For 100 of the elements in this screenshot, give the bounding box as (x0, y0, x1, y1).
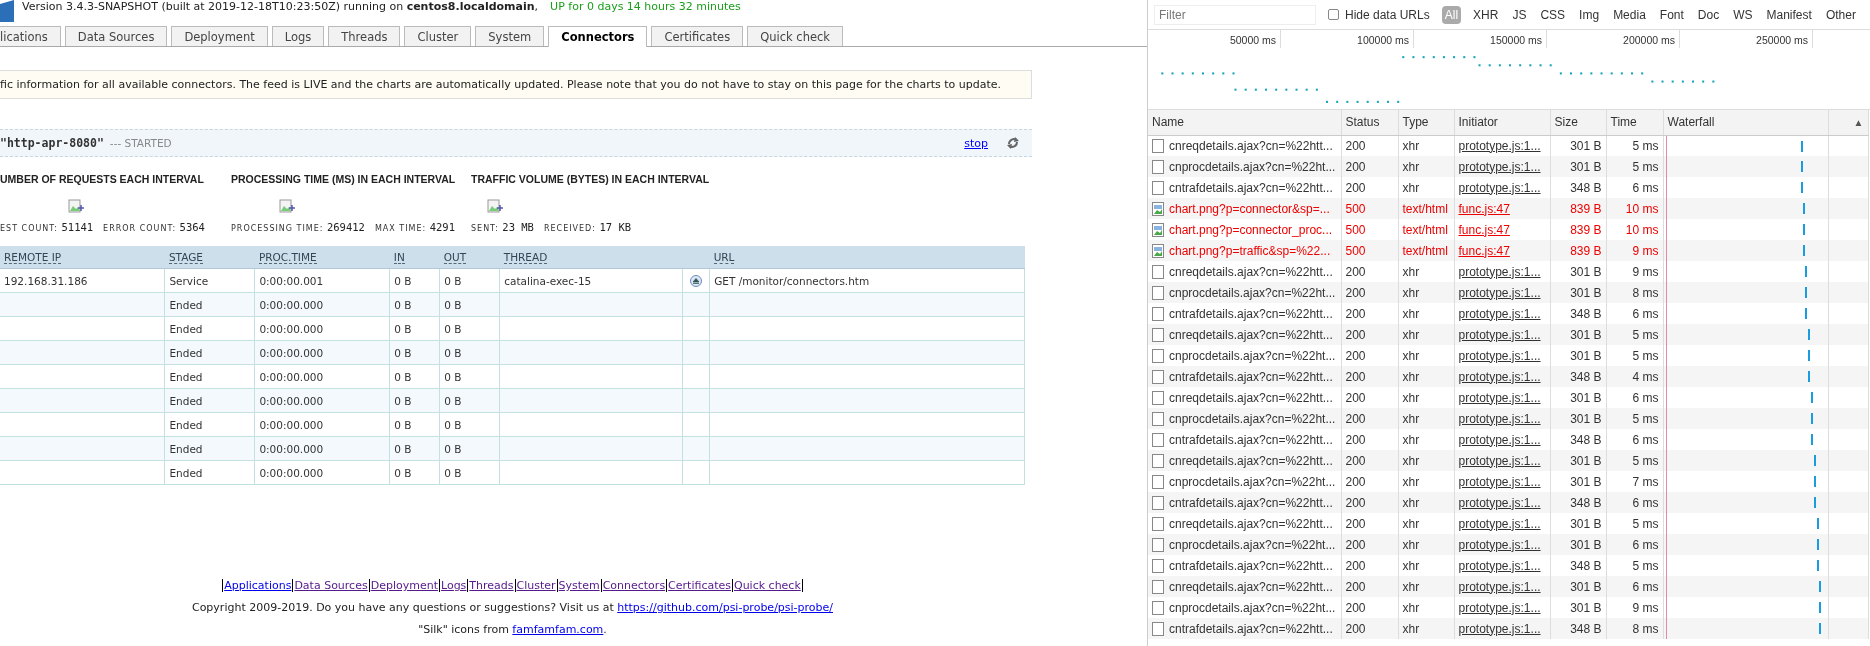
column-header[interactable]: Type (1398, 110, 1454, 135)
table-cell: 0:00:00.000 (254, 316, 390, 341)
request-name[interactable]: cnreqdetails.ajax?cn=%22htt... (1169, 516, 1333, 531)
type-filter[interactable]: WS (1731, 5, 1755, 24)
request-name[interactable]: cntrafdetails.ajax?cn=%22htt... (1169, 306, 1333, 321)
table-cell: 0 B (439, 316, 500, 341)
type-filter[interactable]: Font (1657, 5, 1686, 24)
table-cell: 200 (1341, 324, 1398, 345)
request-name[interactable]: cnreqdetails.ajax?cn=%22htt... (1169, 138, 1333, 153)
tab[interactable]: Connectors (548, 26, 648, 47)
table-cell: 9 ms (1606, 240, 1663, 261)
stop-link[interactable]: stop (964, 136, 988, 150)
type-filter[interactable]: Media (1611, 5, 1648, 24)
request-name[interactable]: cntrafdetails.ajax?cn=%22htt... (1169, 432, 1333, 447)
footer-link[interactable]: Threads (468, 579, 516, 592)
request-name[interactable]: cnreqdetails.ajax?cn=%22htt... (1169, 390, 1333, 405)
type-filter[interactable]: Other (1823, 5, 1858, 24)
column-header[interactable]: REMOTE IP (4, 251, 62, 264)
checkbox[interactable] (1328, 9, 1339, 20)
file-icon (1152, 432, 1164, 447)
table-cell: 10 ms (1606, 198, 1663, 219)
type-filter[interactable]: JS (1510, 5, 1529, 24)
table-cell: 0 B (389, 268, 440, 293)
request-name[interactable]: cnprocdetails.ajax?cn=%22ht... (1169, 348, 1336, 363)
initiator-link[interactable]: prototype.js:1... (1458, 180, 1541, 195)
column-header[interactable]: Waterfall (1663, 110, 1828, 135)
footer-link[interactable]: Logs (439, 579, 469, 592)
filter-field[interactable]: Filter (1154, 4, 1316, 25)
table-cell: Ended (164, 460, 255, 485)
initiator-link[interactable]: prototype.js:1... (1458, 348, 1541, 363)
eject-icon[interactable] (690, 274, 703, 287)
table-cell: 8 ms (1606, 618, 1663, 639)
request-name[interactable]: cnprocdetails.ajax?cn=%22ht... (1169, 474, 1336, 489)
table-cell: xhr (1398, 450, 1454, 471)
column-header[interactable]: URL (713, 251, 735, 264)
type-filter[interactable]: Doc (1695, 5, 1722, 24)
column-header[interactable]: THREAD (503, 251, 548, 264)
table-cell: xhr (1398, 366, 1454, 387)
initiator-link[interactable]: prototype.js:1... (1458, 558, 1541, 573)
repo-link[interactable]: https://github.com/psi-probe/psi-probe/ (617, 601, 834, 614)
tab[interactable]: Threads (328, 26, 401, 46)
table-cell: 301 B (1550, 450, 1606, 471)
request-name[interactable]: cnreqdetails.ajax?cn=%22htt... (1169, 264, 1333, 279)
table-cell: 4 ms (1606, 366, 1663, 387)
footer-link[interactable]: Applications (223, 579, 294, 592)
broken-image-icon (279, 199, 295, 215)
table-cell: 6 ms (1606, 576, 1663, 597)
initiator-link[interactable]: prototype.js:1... (1458, 264, 1541, 279)
table-cell: 5 ms (1606, 408, 1663, 429)
footer-link[interactable]: System (557, 579, 602, 592)
initiator-link[interactable]: prototype.js:1... (1458, 138, 1541, 153)
footer-link[interactable]: Certificates (667, 579, 733, 592)
stat-label: PROCESSING TIME: (231, 224, 324, 233)
tab[interactable]: Data Sources (64, 26, 168, 46)
request-name[interactable]: cntrafdetails.ajax?cn=%22htt... (1169, 180, 1333, 195)
column-header[interactable]: Initiator (1454, 110, 1550, 135)
table-cell: 301 B (1550, 408, 1606, 429)
tab[interactable]: Certificates (651, 26, 744, 46)
tab[interactable]: System (475, 26, 545, 46)
tab[interactable]: Logs (271, 26, 325, 46)
request-name[interactable]: chart.png?p=connector_proc... (1169, 222, 1333, 237)
footer-link[interactable]: Cluster (515, 579, 558, 592)
initiator-link[interactable]: prototype.js:1... (1458, 432, 1541, 447)
column-header[interactable]: Name (1148, 110, 1341, 135)
table-cell: 301 B (1550, 324, 1606, 345)
file-icon (1152, 495, 1164, 510)
footer-link[interactable]: Quick check (733, 579, 803, 592)
initiator-link[interactable]: prototype.js:1... (1458, 474, 1541, 489)
column-header[interactable]: Time (1606, 110, 1663, 135)
tab[interactable]: Quick check (747, 26, 844, 46)
table-cell: 200 (1341, 534, 1398, 555)
initiator-link[interactable]: prototype.js:1... (1458, 516, 1541, 531)
initiator-link[interactable]: prototype.js:1... (1458, 600, 1541, 615)
type-filter[interactable]: XHR (1471, 5, 1501, 24)
column-header[interactable]: Status (1341, 110, 1398, 135)
footer-link[interactable]: Connectors (601, 579, 668, 592)
tab[interactable]: Deployment (171, 26, 268, 46)
type-filter[interactable]: Img (1577, 5, 1602, 24)
request-name[interactable]: cntrafdetails.ajax?cn=%22htt... (1169, 558, 1333, 573)
initiator-link[interactable]: prototype.js:1... (1458, 390, 1541, 405)
sort-arrow-icon[interactable]: ▲ (1853, 116, 1864, 128)
table-cell: 0 B (439, 364, 500, 389)
type-filter[interactable]: CSS (1538, 5, 1568, 24)
stat-value: 51141 (61, 221, 94, 233)
file-icon (1152, 264, 1164, 279)
column-header[interactable]: IN (393, 251, 405, 264)
type-filter[interactable]: Manifest (1764, 5, 1814, 24)
table-cell: Ended (164, 316, 255, 341)
stat-label: MAX TIME: (374, 224, 427, 233)
footer-link[interactable]: Deployment (369, 579, 440, 592)
initiator-link[interactable]: func.js:47 (1458, 222, 1510, 237)
table-cell: Ended (164, 412, 255, 437)
tab[interactable]: Cluster (404, 26, 472, 46)
initiator-link[interactable]: prototype.js:1... (1458, 306, 1541, 321)
footer-link[interactable]: Data Sources (293, 579, 370, 592)
tab[interactable]: lications (0, 26, 61, 46)
column-header[interactable]: Size (1550, 110, 1606, 135)
table-cell: 5 ms (1606, 156, 1663, 177)
timeline-tick: 50000 ms (1148, 30, 1281, 48)
request-name[interactable]: cnprocdetails.ajax?cn=%22ht... (1169, 600, 1336, 615)
